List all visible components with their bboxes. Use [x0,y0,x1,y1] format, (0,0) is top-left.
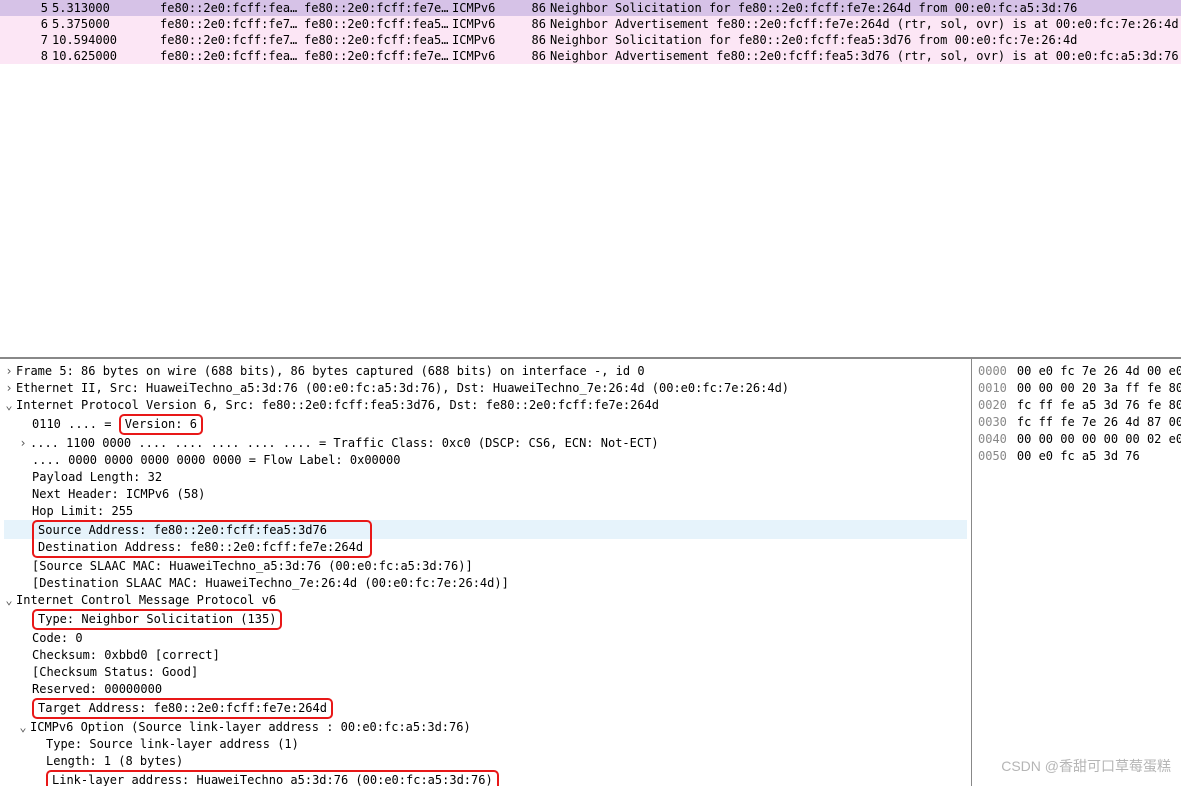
link-layer-address-field[interactable]: Link-layer address: HuaweiTechno_a5:3d:7… [4,770,967,786]
packet-row[interactable]: 810.625000fe80::2e0:fcff:fea5…fe80::2e0:… [0,48,1181,64]
packet-row[interactable]: 55.313000fe80::2e0:fcff:fea5…fe80::2e0:f… [0,0,1181,16]
hex-offset: 0000 [978,364,1007,378]
version-prefix: 0110 .... = [32,417,119,431]
col-time: 10.594000 [52,32,160,48]
hex-line[interactable]: 001000 00 00 20 3a ff fe 80 [978,380,1175,397]
col-length: 86 [520,0,550,16]
hex-line[interactable]: 0020fc ff fe a5 3d 76 fe 80 [978,397,1175,414]
icmp-option-label: ICMPv6 Option (Source link-layer address… [30,720,471,734]
collapse-icon[interactable]: ⌄ [4,397,14,414]
traffic-class-node[interactable]: ›.... 1100 0000 .... .... .... .... ....… [4,435,967,452]
packet-row[interactable]: 65.375000fe80::2e0:fcff:fe7e…fe80::2e0:f… [0,16,1181,32]
frame-node[interactable]: ›Frame 5: 86 bytes on wire (688 bits), 8… [4,363,967,380]
bottom-panes: ›Frame 5: 86 bytes on wire (688 bits), 8… [0,358,1181,786]
frame-label: Frame 5: 86 bytes on wire (688 bits), 86… [16,364,645,378]
hex-bytes: fc ff fe 7e 26 4d 87 00 [1017,415,1181,429]
hex-offset: 0040 [978,432,1007,446]
ipv6-label: Internet Protocol Version 6, Src: fe80::… [16,398,659,412]
hex-line[interactable]: 0030fc ff fe 7e 26 4d 87 00 [978,414,1175,431]
source-address-field[interactable]: Source Address: fe80::2e0:fcff:fea5:3d76 [4,520,967,539]
hex-bytes: fc ff fe a5 3d 76 fe 80 [1017,398,1181,412]
hex-line[interactable]: 0050 00 e0 fc a5 3d 76 [978,448,1175,465]
hex-offset: 0020 [978,398,1007,412]
hex-bytes: 00 e0 fc 7e 26 4d 00 e0 [1017,364,1181,378]
col-protocol: ICMPv6 [452,32,520,48]
icmp-code-field[interactable]: Code: 0 [4,630,967,647]
icmp-checksum-status-field[interactable]: [Checksum Status: Good] [4,664,967,681]
hex-dump[interactable]: 000000 e0 fc 7e 26 4d 00 e0001000 00 00 … [971,359,1181,786]
col-protocol: ICMPv6 [452,16,520,32]
col-source: fe80::2e0:fcff:fe7e… [160,32,304,48]
col-source: fe80::2e0:fcff:fea5… [160,48,304,64]
col-info: Neighbor Advertisement fe80::2e0:fcff:fe… [550,16,1181,32]
icmp-type-field[interactable]: Type: Neighbor Solicitation (135) [4,609,967,630]
col-protocol: ICMPv6 [452,0,520,16]
icmpv6-label: Internet Control Message Protocol v6 [16,593,276,607]
payload-length-field[interactable]: Payload Length: 32 [4,469,967,486]
packet-details-tree[interactable]: ›Frame 5: 86 bytes on wire (688 bits), 8… [0,359,971,786]
icmp-checksum-field[interactable]: Checksum: 0xbbd0 [correct] [4,647,967,664]
col-source: fe80::2e0:fcff:fe7e… [160,16,304,32]
col-no: 8 [4,48,52,64]
hex-bytes: 00 00 00 20 3a ff fe 80 [1017,381,1181,395]
flow-label-field[interactable]: .... 0000 0000 0000 0000 0000 = Flow Lab… [4,452,967,469]
col-source: fe80::2e0:fcff:fea5… [160,0,304,16]
col-info: Neighbor Solicitation for fe80::2e0:fcff… [550,32,1181,48]
expand-icon[interactable]: › [18,435,28,452]
hex-bytes: 00 00 00 00 00 00 02 e0 [1017,432,1181,446]
hex-offset: 0050 [978,449,1007,463]
packet-list[interactable]: 55.313000fe80::2e0:fcff:fea5…fe80::2e0:f… [0,0,1181,358]
hop-limit-field[interactable]: Hop Limit: 255 [4,503,967,520]
icmpv6-node[interactable]: ⌄Internet Control Message Protocol v6 [4,592,967,609]
col-length: 86 [520,48,550,64]
col-destination: fe80::2e0:fcff:fe7e… [304,48,452,64]
col-time: 5.375000 [52,16,160,32]
col-protocol: ICMPv6 [452,48,520,64]
col-no: 5 [4,0,52,16]
hex-offset: 0010 [978,381,1007,395]
col-time: 10.625000 [52,48,160,64]
col-info: Neighbor Advertisement fe80::2e0:fcff:fe… [550,48,1181,64]
icmp-reserved-field[interactable]: Reserved: 00000000 [4,681,967,698]
destination-slaac-field[interactable]: [Destination SLAAC MAC: HuaweiTechno_7e:… [4,575,967,592]
version-value: Version: 6 [119,414,203,435]
destination-address-field[interactable]: Destination Address: fe80::2e0:fcff:fe7e… [4,539,967,558]
hex-offset: 0030 [978,415,1007,429]
ipv6-node[interactable]: ⌄Internet Protocol Version 6, Src: fe80:… [4,397,967,414]
col-no: 6 [4,16,52,32]
hex-line[interactable]: 000000 e0 fc 7e 26 4d 00 e0 [978,363,1175,380]
col-info: Neighbor Solicitation for fe80::2e0:fcff… [550,0,1181,16]
hex-line[interactable]: 004000 00 00 00 00 00 02 e0 [978,431,1175,448]
expand-icon[interactable]: › [4,380,14,397]
traffic-class-label: .... 1100 0000 .... .... .... .... .... … [30,436,659,450]
next-header-field[interactable]: Next Header: ICMPv6 (58) [4,486,967,503]
col-time: 5.313000 [52,0,160,16]
expand-icon[interactable]: › [4,363,14,380]
ethernet-label: Ethernet II, Src: HuaweiTechno_a5:3d:76 … [16,381,789,395]
col-length: 86 [520,32,550,48]
ethernet-node[interactable]: ›Ethernet II, Src: HuaweiTechno_a5:3d:76… [4,380,967,397]
col-destination: fe80::2e0:fcff:fea5… [304,32,452,48]
icmp-target-address-field[interactable]: Target Address: fe80::2e0:fcff:fe7e:264d [4,698,967,719]
col-destination: fe80::2e0:fcff:fe7e… [304,0,452,16]
icmp-option-node[interactable]: ⌄ICMPv6 Option (Source link-layer addres… [4,719,967,736]
version-field[interactable]: 0110 .... = Version: 6 [4,414,967,435]
source-slaac-field[interactable]: [Source SLAAC MAC: HuaweiTechno_a5:3d:76… [4,558,967,575]
option-length-field[interactable]: Length: 1 (8 bytes) [4,753,967,770]
collapse-icon[interactable]: ⌄ [18,719,28,736]
packet-row[interactable]: 710.594000fe80::2e0:fcff:fe7e…fe80::2e0:… [0,32,1181,48]
collapse-icon[interactable]: ⌄ [4,592,14,609]
col-no: 7 [4,32,52,48]
col-destination: fe80::2e0:fcff:fea5… [304,16,452,32]
col-length: 86 [520,16,550,32]
option-type-field[interactable]: Type: Source link-layer address (1) [4,736,967,753]
hex-bytes: 00 e0 fc a5 3d 76 [1017,449,1140,463]
